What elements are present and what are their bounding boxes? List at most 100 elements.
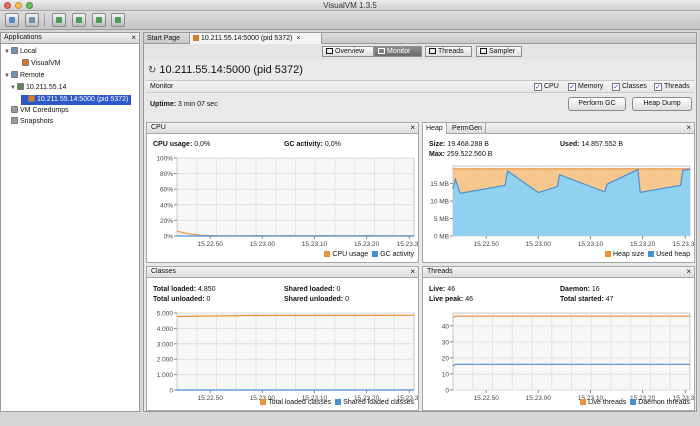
uptime: Uptime: 3 min 07 sec	[150, 101, 218, 108]
applications-tab-label: Applications	[4, 34, 42, 41]
y-tick-label: 60%	[160, 187, 173, 194]
legend-label: Shared loaded classes	[343, 399, 414, 406]
tab-threads-label: Threads	[438, 48, 464, 55]
cpu-checkbox-label: CPU	[544, 83, 559, 90]
applications-pane: Applications × ▼ Local VisualVM ▼ Remote ▼ 10.…	[0, 32, 140, 412]
node-icon	[22, 59, 29, 66]
disclosure-triangle-icon[interactable]: ▼	[4, 47, 11, 57]
toolbar-separator	[44, 14, 45, 27]
tab-application[interactable]: 10.211.55.14:5000 (pid 5372) ×	[190, 33, 322, 44]
add-snapshot-button[interactable]	[111, 13, 125, 27]
y-tick-label: 1.000	[157, 372, 174, 379]
close-tab-icon[interactable]: ×	[296, 35, 300, 42]
document-tabbar: Start Page 10.211.55.14:5000 (pid 5372) ×	[144, 33, 696, 44]
x-tick-label: 15.23.10	[578, 241, 604, 248]
heap-panel: Heap PermGen × Size: 19.468.288 B Used: …	[422, 122, 695, 263]
x-tick-label: 15.23.00	[526, 241, 552, 248]
monitor-label: Monitor	[150, 83, 174, 90]
tree-item[interactable]: ▼ 10.211.55.14	[10, 83, 66, 93]
cpu-legend: CPU usage GC activity	[320, 251, 414, 258]
y-tick-label: 0	[445, 388, 449, 395]
jmx-icon	[56, 17, 62, 23]
add-snapshot-icon	[115, 17, 121, 23]
y-tick-label: 80%	[160, 171, 173, 178]
y-tick-label: 100%	[156, 156, 173, 163]
add-remote-host-button[interactable]	[72, 13, 86, 27]
tree-item[interactable]: ▼ Remote	[4, 71, 45, 81]
x-tick-label: 15.22.50	[474, 395, 500, 402]
node-icon	[11, 106, 18, 113]
application-icon	[193, 35, 199, 41]
tab-threads[interactable]: Threads	[425, 46, 472, 57]
legend-swatch	[260, 399, 267, 405]
tree-item-label: 10.211.55.14:5000 (pid 5372)	[37, 96, 129, 103]
x-tick-label: 15.23.00	[526, 395, 552, 402]
cpu-checkbox[interactable]: ✓ CPU	[534, 83, 559, 91]
status-bar	[0, 413, 700, 426]
legend-label: CPU usage	[332, 251, 369, 258]
tab-overview-label: Overview	[335, 48, 365, 55]
open-file-button[interactable]	[5, 13, 19, 27]
legend-swatch	[605, 251, 611, 257]
tab-sampler[interactable]: Sampler	[476, 46, 522, 57]
legend-label: Heap size	[613, 251, 645, 258]
tree-item-label: 10.211.55.14	[26, 84, 67, 91]
legend-label: GC activity	[380, 251, 414, 258]
disclosure-triangle-icon[interactable]: ▼	[10, 83, 17, 93]
classes-legend: Total loaded classes Shared loaded classe…	[256, 399, 414, 406]
y-tick-label: 10	[442, 371, 450, 378]
x-tick-label: 15.23.20	[630, 241, 656, 248]
checkbox-checked-icon: ✓	[654, 83, 662, 91]
y-tick-label: 0	[169, 388, 173, 395]
main-toolbar	[0, 11, 700, 30]
tree-item-label: VisualVM	[31, 60, 61, 67]
memory-checkbox[interactable]: ✓ Memory	[568, 83, 603, 91]
tab-label: Start Page	[147, 35, 181, 42]
classes-panel: Classes × Total loaded: 4.850 Shared loa…	[146, 266, 419, 411]
y-tick-label: 10 MB	[430, 199, 449, 206]
x-tick-label: 15.23.00	[250, 241, 276, 248]
tab-start-page[interactable]: Start Page	[144, 33, 190, 44]
applications-tab[interactable]: Applications ×	[1, 33, 139, 44]
y-tick-label: 0%	[164, 234, 174, 241]
disclosure-triangle-icon[interactable]: ▼	[4, 71, 11, 81]
legend-swatch	[324, 251, 331, 257]
y-tick-label: 5.000	[157, 311, 174, 318]
load-snapshot-button[interactable]	[25, 13, 39, 27]
tree-item[interactable]: VisualVM	[15, 59, 60, 69]
perform-gc-button[interactable]: Perform GC	[568, 97, 626, 111]
legend-swatch	[372, 251, 379, 257]
tree-item[interactable]: 10.211.55.14:5000 (pid 5372)	[21, 95, 132, 105]
threads-panel: Threads × Live: 46 Daemon: 16 Live peak:…	[422, 266, 695, 411]
tab-sampler-label: Sampler	[489, 48, 516, 55]
coredump-icon	[96, 17, 102, 23]
node-icon	[11, 71, 18, 78]
tree-item[interactable]: ▼ Local	[4, 47, 37, 57]
classes-checkbox[interactable]: ✓ Classes	[612, 83, 647, 91]
legend-label: Live threads	[588, 399, 627, 406]
tree-item[interactable]: Snapshots	[4, 117, 53, 127]
close-icon[interactable]: ×	[131, 33, 136, 42]
add-vm-coredump-button[interactable]	[92, 13, 106, 27]
sampler-icon	[480, 48, 487, 54]
heap-legend: Heap size Used heap	[601, 251, 690, 258]
tree-item[interactable]: VM Coredumps	[4, 106, 69, 116]
tab-monitor[interactable]: Monitor	[374, 46, 422, 57]
threads-legend: Live threads Daemon threads	[576, 399, 690, 406]
y-tick-label: 30	[442, 339, 450, 346]
heap-dump-button[interactable]: Heap Dump	[632, 97, 692, 111]
add-jmx-connection-button[interactable]	[52, 13, 66, 27]
legend-label: Total loaded classes	[268, 399, 332, 406]
x-tick-label: 15.23.30	[673, 241, 694, 248]
tree-item-label: Remote	[20, 72, 45, 79]
x-tick-label: 15.22.50	[198, 395, 224, 402]
tree-item-label: Snapshots	[20, 118, 54, 125]
threads-checkbox[interactable]: ✓ Threads	[654, 83, 690, 91]
application-title-text: 10.211.55.14:5000 (pid 5372)	[159, 64, 303, 76]
x-tick-label: 15.23.20	[354, 241, 380, 248]
tab-overview[interactable]: Overview	[322, 46, 374, 57]
legend-swatch	[580, 399, 587, 405]
y-tick-label: 3.000	[157, 341, 174, 348]
x-tick-label: 15.22.50	[198, 241, 224, 248]
y-tick-label: 40	[442, 323, 450, 330]
